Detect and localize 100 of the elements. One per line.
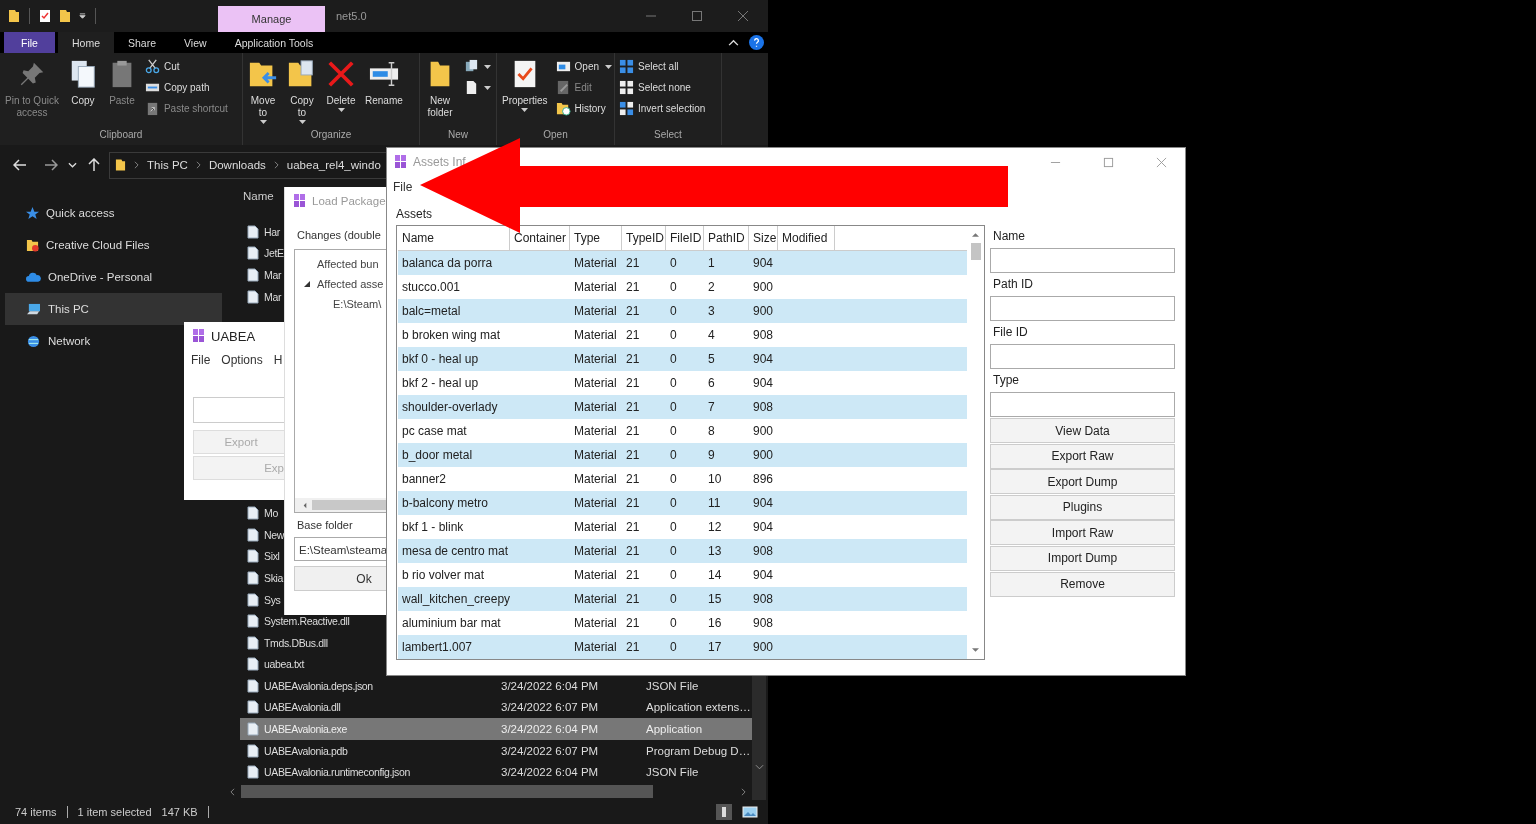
table-cell-text: 0 (669, 424, 678, 438)
table-cell-text: Material (573, 376, 618, 390)
table-cell-text: 3 (707, 304, 716, 318)
table-cell-text: 0 (669, 640, 678, 654)
table-cell-text: Material (573, 352, 618, 366)
table-cell-text: lambert1.007 (401, 640, 474, 654)
table-cell-text: 21 (625, 328, 641, 342)
table-cell-text: banner2 (401, 472, 448, 486)
table-cell-text: 904 (752, 520, 775, 534)
window-title: Load Package (312, 195, 386, 207)
table-cell-text: 2 (707, 280, 716, 294)
table-cell-text: 16 (707, 616, 723, 630)
table-cell-text: 4 (707, 328, 716, 342)
window-title: net5.0 (336, 10, 367, 22)
table-cell-text: 900 (752, 280, 775, 294)
field-label: File ID (992, 324, 1029, 341)
table-cell-text: 21 (625, 496, 641, 510)
table-cell-text: bkf 2 - heal up (401, 376, 480, 390)
table-cell-text: 896 (752, 472, 775, 486)
table-cell-text: b broken wing mat (401, 328, 502, 342)
table-cell-text: shoulder-overlady (401, 400, 499, 414)
table-cell-text: 0 (669, 568, 678, 582)
table-cell-text: 21 (625, 616, 641, 630)
table-cell-text: 904 (752, 568, 775, 582)
table-cell-text: 0 (669, 472, 678, 486)
changes-label: Changes (double (297, 229, 382, 241)
table-cell-text: 900 (752, 448, 775, 462)
table-cell-text: 21 (625, 304, 641, 318)
table-cell-text: 0 (669, 592, 678, 606)
table-cell-text: 908 (752, 592, 775, 606)
table-cell-text: mesa de centro mat (401, 544, 510, 558)
table-cell-text: Material (573, 304, 618, 318)
table-cell-text: bkf 1 - blink (401, 520, 465, 534)
table-cell-text: 5 (707, 352, 716, 366)
table-cell-text: 904 (752, 376, 775, 390)
table-cell-text: 908 (752, 544, 775, 558)
table-cell-text: wall_kitchen_creepy (401, 592, 510, 606)
table-cell-text: bkf 0 - heal up (401, 352, 480, 366)
selection-info: 1 item selected (77, 806, 152, 818)
assets-label: Assets (396, 207, 433, 221)
table-cell-text: 21 (625, 472, 641, 486)
table-cell-text: 21 (625, 256, 641, 270)
table-cell-text: Material (573, 256, 618, 270)
field-label: Path ID (992, 276, 1035, 293)
window-title: Assets Inf (413, 155, 466, 169)
table-cell-text: 21 (625, 592, 641, 606)
table-cell-text: 21 (625, 376, 641, 390)
field-label: Type (992, 372, 1020, 389)
table-cell-text: 21 (625, 448, 641, 462)
table-cell-text: Material (573, 400, 618, 414)
table-cell-text: b_door metal (401, 448, 474, 462)
ribbon-group-label: Organize (309, 129, 353, 142)
table-cell-text: 0 (669, 304, 678, 318)
table-cell-text: Material (573, 544, 618, 558)
table-cell-text: Material (573, 280, 618, 294)
table-cell-text: Material (573, 472, 618, 486)
table-cell-text: Material (573, 640, 618, 654)
table-cell-text: 21 (625, 520, 641, 534)
item-count: 74 items (15, 806, 57, 818)
table-cell-text: Material (573, 448, 618, 462)
table-cell-text: 0 (669, 328, 678, 342)
table-cell-text: 1 (707, 256, 716, 270)
table-cell-text: 0 (669, 520, 678, 534)
table-cell-text: 17 (707, 640, 723, 654)
table-cell-text: 21 (625, 544, 641, 558)
table-cell-text: 908 (752, 616, 775, 630)
table-cell-text: 908 (752, 328, 775, 342)
table-cell-text: 10 (707, 472, 723, 486)
table-cell-text: 0 (669, 400, 678, 414)
table-cell-text: Material (573, 328, 618, 342)
table-cell-text: 21 (625, 280, 641, 294)
table-cell-text: balc=metal (401, 304, 462, 318)
base-folder-label: Base folder (297, 519, 354, 531)
table-cell-text: 15 (707, 592, 723, 606)
ribbon-group-label: Clipboard (98, 129, 144, 142)
table-cell-text: Material (573, 616, 618, 630)
table-cell-text: pc case mat (401, 424, 468, 438)
table-cell-text: 21 (625, 640, 641, 654)
table-cell-text: stucco.001 (401, 280, 462, 294)
table-cell-text: 0 (669, 352, 678, 366)
table-cell-text: 13 (707, 544, 723, 558)
table-cell-text: 0 (669, 280, 678, 294)
table-cell-text: 8 (707, 424, 716, 438)
table-cell-text: 900 (752, 424, 775, 438)
table-cell-text: Material (573, 424, 618, 438)
table-cell-text: Material (573, 568, 618, 582)
table-cell-text: 0 (669, 256, 678, 270)
selection-size: 147 KB (161, 806, 198, 818)
table-cell-text: aluminium bar mat (401, 616, 502, 630)
table-cell-text: 0 (669, 496, 678, 510)
table-cell-text: 6 (707, 376, 716, 390)
table-cell-text: 14 (707, 568, 723, 582)
table-cell-text: 904 (752, 496, 775, 510)
table-cell-text: 9 (707, 448, 716, 462)
table-cell-text: Material (573, 592, 618, 606)
table-cell-text: 904 (752, 352, 775, 366)
table-cell-text: Material (573, 496, 618, 510)
table-cell-text: 0 (669, 448, 678, 462)
table-cell-text: 0 (669, 616, 678, 630)
table-cell-text: 904 (752, 256, 775, 270)
